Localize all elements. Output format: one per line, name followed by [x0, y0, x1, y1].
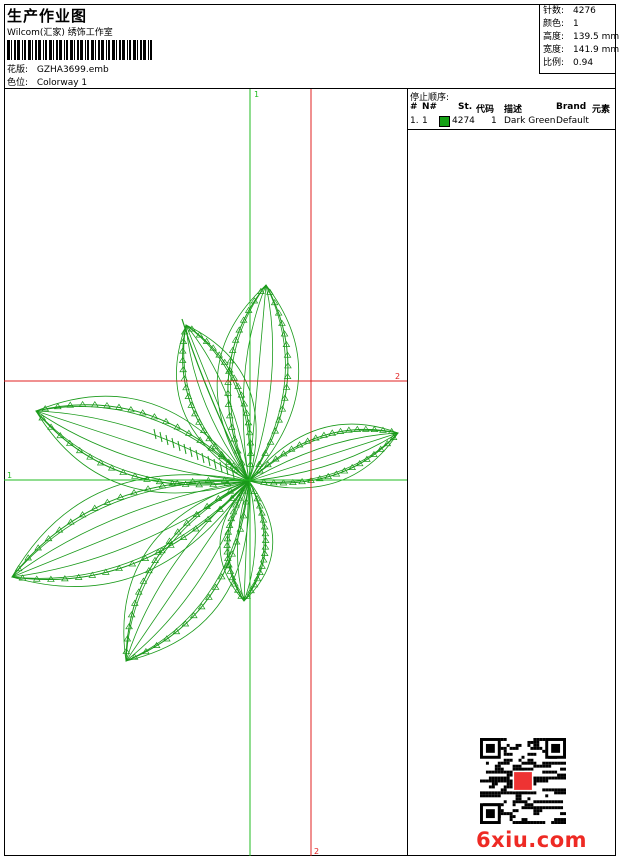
- stop-table-header: # N# St. 代码 描述 Brand 元素: [408, 102, 616, 115]
- qr-code: [480, 738, 566, 824]
- stat-width: 宽度: 141.9 mm: [543, 45, 620, 55]
- stat-height: 高度: 139.5 mm: [543, 32, 620, 42]
- col-description: 描述: [504, 105, 523, 115]
- design-canvas: 1 1 2 2: [4, 89, 408, 856]
- page-title: 生产作业图: [7, 7, 88, 25]
- stat-colors: 颜色: 1: [543, 19, 579, 29]
- col-number: N#: [422, 102, 438, 112]
- design-file-row: 花版: GZHA3699.emb: [7, 62, 109, 75]
- colorway-row: 色位: Colorway 1: [7, 75, 87, 88]
- col-stitches: St.: [458, 102, 473, 112]
- design-label: 花版:: [7, 65, 29, 75]
- embroidery-preview: 1 1 2 2: [4, 89, 407, 856]
- design-file-value: GZHA3699.emb: [36, 65, 109, 75]
- colorway-value: Colorway 1: [36, 78, 88, 88]
- stats-box: 针数: 4276 颜色: 1 高度: 139.5 mm 宽度: 141.9 mm 比例:…: [539, 4, 620, 74]
- green-axis-left-label: 1: [7, 471, 12, 480]
- header: 生产作业图 Wilcom(汇家) 绣饰工作室 花版: GZHA3699.emb …: [4, 4, 620, 89]
- table-row: 1. 1 4274 1 Dark Green Default: [410, 116, 589, 127]
- col-index: #: [410, 102, 418, 112]
- col-brand: Brand: [556, 102, 587, 112]
- barcode: [7, 40, 155, 60]
- green-axis-top-label: 1: [254, 90, 259, 99]
- stat-scale: 比例: 0.94: [543, 58, 594, 68]
- col-element: 元素: [592, 105, 611, 115]
- color-swatch: [439, 116, 450, 127]
- red-axis-right-label: 2: [395, 372, 400, 381]
- col-code: 代码: [476, 105, 495, 115]
- studio-name: Wilcom(汇家) 绣饰工作室: [7, 28, 113, 38]
- embroidery-leaves: [11, 284, 399, 662]
- red-axis-bottom-label: 2: [314, 847, 319, 856]
- watermark-logo: 6xiu.com: [476, 828, 588, 852]
- stop-sequence-header: 停止顺序: # N# St. 代码 描述 Brand 元素 1. 1 4274 …: [408, 89, 616, 130]
- colorway-label: 色位:: [7, 78, 29, 88]
- stat-stitches: 针数: 4276: [543, 6, 596, 16]
